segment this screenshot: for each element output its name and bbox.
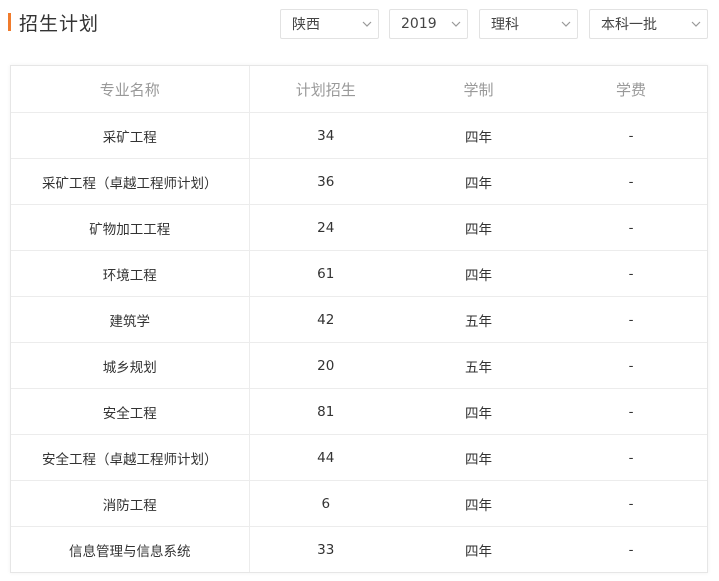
table-row: 环境工程 61 四年 - <box>11 250 707 297</box>
major-cell: 消防工程 <box>11 480 250 527</box>
duration-cell: 五年 <box>402 342 555 389</box>
chevron-down-icon <box>685 10 707 38</box>
major-cell: 建筑学 <box>11 296 250 343</box>
major-cell: 环境工程 <box>11 250 250 297</box>
tuition-cell: - <box>555 342 707 389</box>
enrollment-plan-table: 专业名称 计划招生 学制 学费 采矿工程 34 四年 - 采矿工程（卓越工程师计… <box>10 65 708 573</box>
table-row: 采矿工程（卓越工程师计划） 36 四年 - <box>11 158 707 205</box>
column-header-plan: 计划招生 <box>249 66 402 113</box>
major-cell: 采矿工程（卓越工程师计划） <box>11 158 250 205</box>
major-cell: 矿物加工工程 <box>11 204 250 251</box>
table-row: 采矿工程 34 四年 - <box>11 112 707 159</box>
duration-cell: 四年 <box>402 388 555 435</box>
year-select[interactable]: 2019 <box>389 9 468 39</box>
tuition-cell: - <box>555 112 707 159</box>
major-cell: 安全工程 <box>11 388 250 435</box>
duration-cell: 四年 <box>402 250 555 297</box>
duration-cell: 四年 <box>402 434 555 481</box>
major-cell: 安全工程（卓越工程师计划） <box>11 434 250 481</box>
province-select-value: 陕西 <box>292 17 320 33</box>
plan-count-cell: 24 <box>249 204 402 251</box>
plan-count-cell: 6 <box>249 480 402 527</box>
table-row: 安全工程（卓越工程师计划） 44 四年 - <box>11 434 707 481</box>
tuition-cell: - <box>555 434 707 481</box>
batch-select-value: 本科一批 <box>601 17 657 33</box>
tuition-cell: - <box>555 250 707 297</box>
table-row: 消防工程 6 四年 - <box>11 480 707 527</box>
duration-cell: 四年 <box>402 112 555 159</box>
duration-cell: 五年 <box>402 296 555 343</box>
duration-cell: 四年 <box>465 543 492 560</box>
duration-cell: 四年 <box>402 204 555 251</box>
major-cell: 信息管理与信息系统 <box>11 526 250 572</box>
plan-count-cell: 44 <box>249 434 402 481</box>
page-title: 招生计划 <box>19 12 100 35</box>
plan-count-cell: 61 <box>249 250 402 297</box>
plan-count-cell: 33 <box>317 541 335 558</box>
batch-select[interactable]: 本科一批 <box>589 9 708 39</box>
column-header-duration: 学制 <box>402 66 555 113</box>
province-select[interactable]: 陕西 <box>280 9 379 39</box>
duration-cell: 四年 <box>402 158 555 205</box>
table-row: 矿物加工工程 24 四年 - <box>11 204 707 251</box>
chevron-down-icon <box>356 10 378 38</box>
subject-select-value: 理科 <box>491 17 519 33</box>
table-row: 建筑学 42 五年 - <box>11 296 707 343</box>
major-cell: 城乡规划 <box>11 342 250 389</box>
tuition-cell: - <box>555 388 707 435</box>
title-accent-bar <box>8 13 11 31</box>
section-header: 招生计划 <box>0 8 99 36</box>
table-row: 城乡规划 20 五年 - <box>11 342 707 389</box>
tuition-cell: - <box>555 204 707 251</box>
tuition-cell: - <box>555 480 707 527</box>
table-row: 安全工程 81 四年 - <box>11 388 707 435</box>
plan-count-cell: 42 <box>249 296 402 343</box>
tuition-cell: - <box>555 296 707 343</box>
tuition-cell: - <box>628 541 634 558</box>
tuition-cell: - <box>555 158 707 205</box>
plan-count-cell: 36 <box>249 158 402 205</box>
table-header-row: 专业名称 计划招生 学制 学费 <box>11 66 707 113</box>
plan-count-cell: 20 <box>249 342 402 389</box>
chevron-down-icon <box>445 10 467 38</box>
duration-cell: 四年 <box>402 480 555 527</box>
year-select-value: 2019 <box>401 16 437 32</box>
plan-count-cell: 34 <box>249 112 402 159</box>
subject-select[interactable]: 理科 <box>479 9 578 39</box>
column-header-tuition: 学费 <box>555 66 707 113</box>
chevron-down-icon <box>555 10 577 38</box>
table-row: 信息管理与信息系统 33 四年 - <box>11 526 707 572</box>
plan-count-cell: 81 <box>249 388 402 435</box>
major-cell: 采矿工程 <box>11 112 250 159</box>
column-header-major: 专业名称 <box>11 66 250 113</box>
